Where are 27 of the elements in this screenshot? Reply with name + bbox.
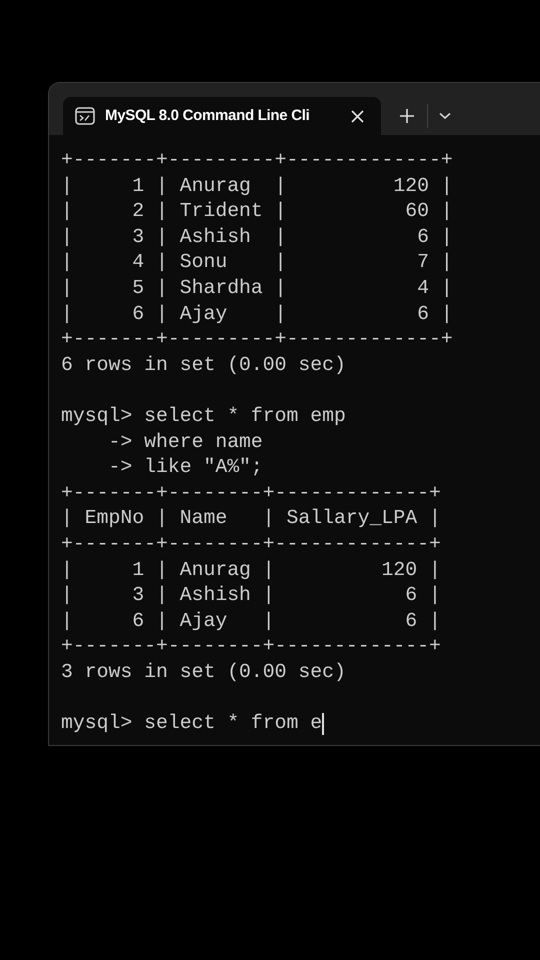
terminal-line: +-------+--------+-------------+	[61, 480, 441, 506]
terminal-line: -> like "A%";	[107, 455, 263, 480]
chevron-down-icon	[439, 112, 451, 120]
terminal-line: | 6 | Ajay | 6 |	[61, 608, 441, 634]
close-icon	[350, 110, 364, 122]
terminal-line: | 2 | Trident | 60 |	[61, 199, 453, 224]
terminal-line: mysql> select * from e	[61, 711, 322, 736]
terminal-line: | 3 | Ashish | 6 |	[61, 224, 453, 250]
terminal-line: +-------+---------+-------------+	[61, 327, 453, 352]
terminal-line: +-------+--------+-------------+	[61, 532, 441, 557]
terminal-line: | 4 | Sonu | 7 |	[61, 250, 453, 276]
plus-icon	[400, 109, 414, 123]
terminal-line: +-------+---------+-------------+	[61, 148, 453, 173]
terminal-icon	[75, 107, 95, 125]
terminal-line: 6 rows in set (0.00 sec)	[61, 352, 346, 378]
terminal-tab[interactable]: MySQL 8.0 Command Line Cli	[63, 97, 381, 135]
terminal-line: -> where name	[107, 430, 263, 455]
terminal-line: | 5 | Shardha | 4 |	[61, 276, 453, 301]
terminal-line: | 6 | Ajay | 6 |	[61, 302, 453, 327]
terminal-line: | 1 | Anurag | 120 |	[61, 174, 453, 199]
terminal-line: | 3 | Ashish | 6 |	[61, 583, 441, 608]
terminal-line: +-------+--------+-------------+	[61, 634, 441, 660]
terminal-line: | 1 | Anurag | 120 |	[61, 558, 441, 582]
terminal-line: | EmpNo | Name | Sallary_LPA |	[61, 506, 441, 532]
terminal-line: mysql> select * from emp	[61, 404, 346, 429]
terminal-line: 3 rows in set (0.00 sec)	[61, 660, 346, 685]
tab-title: MySQL 8.0 Command Line Cli	[105, 106, 310, 126]
